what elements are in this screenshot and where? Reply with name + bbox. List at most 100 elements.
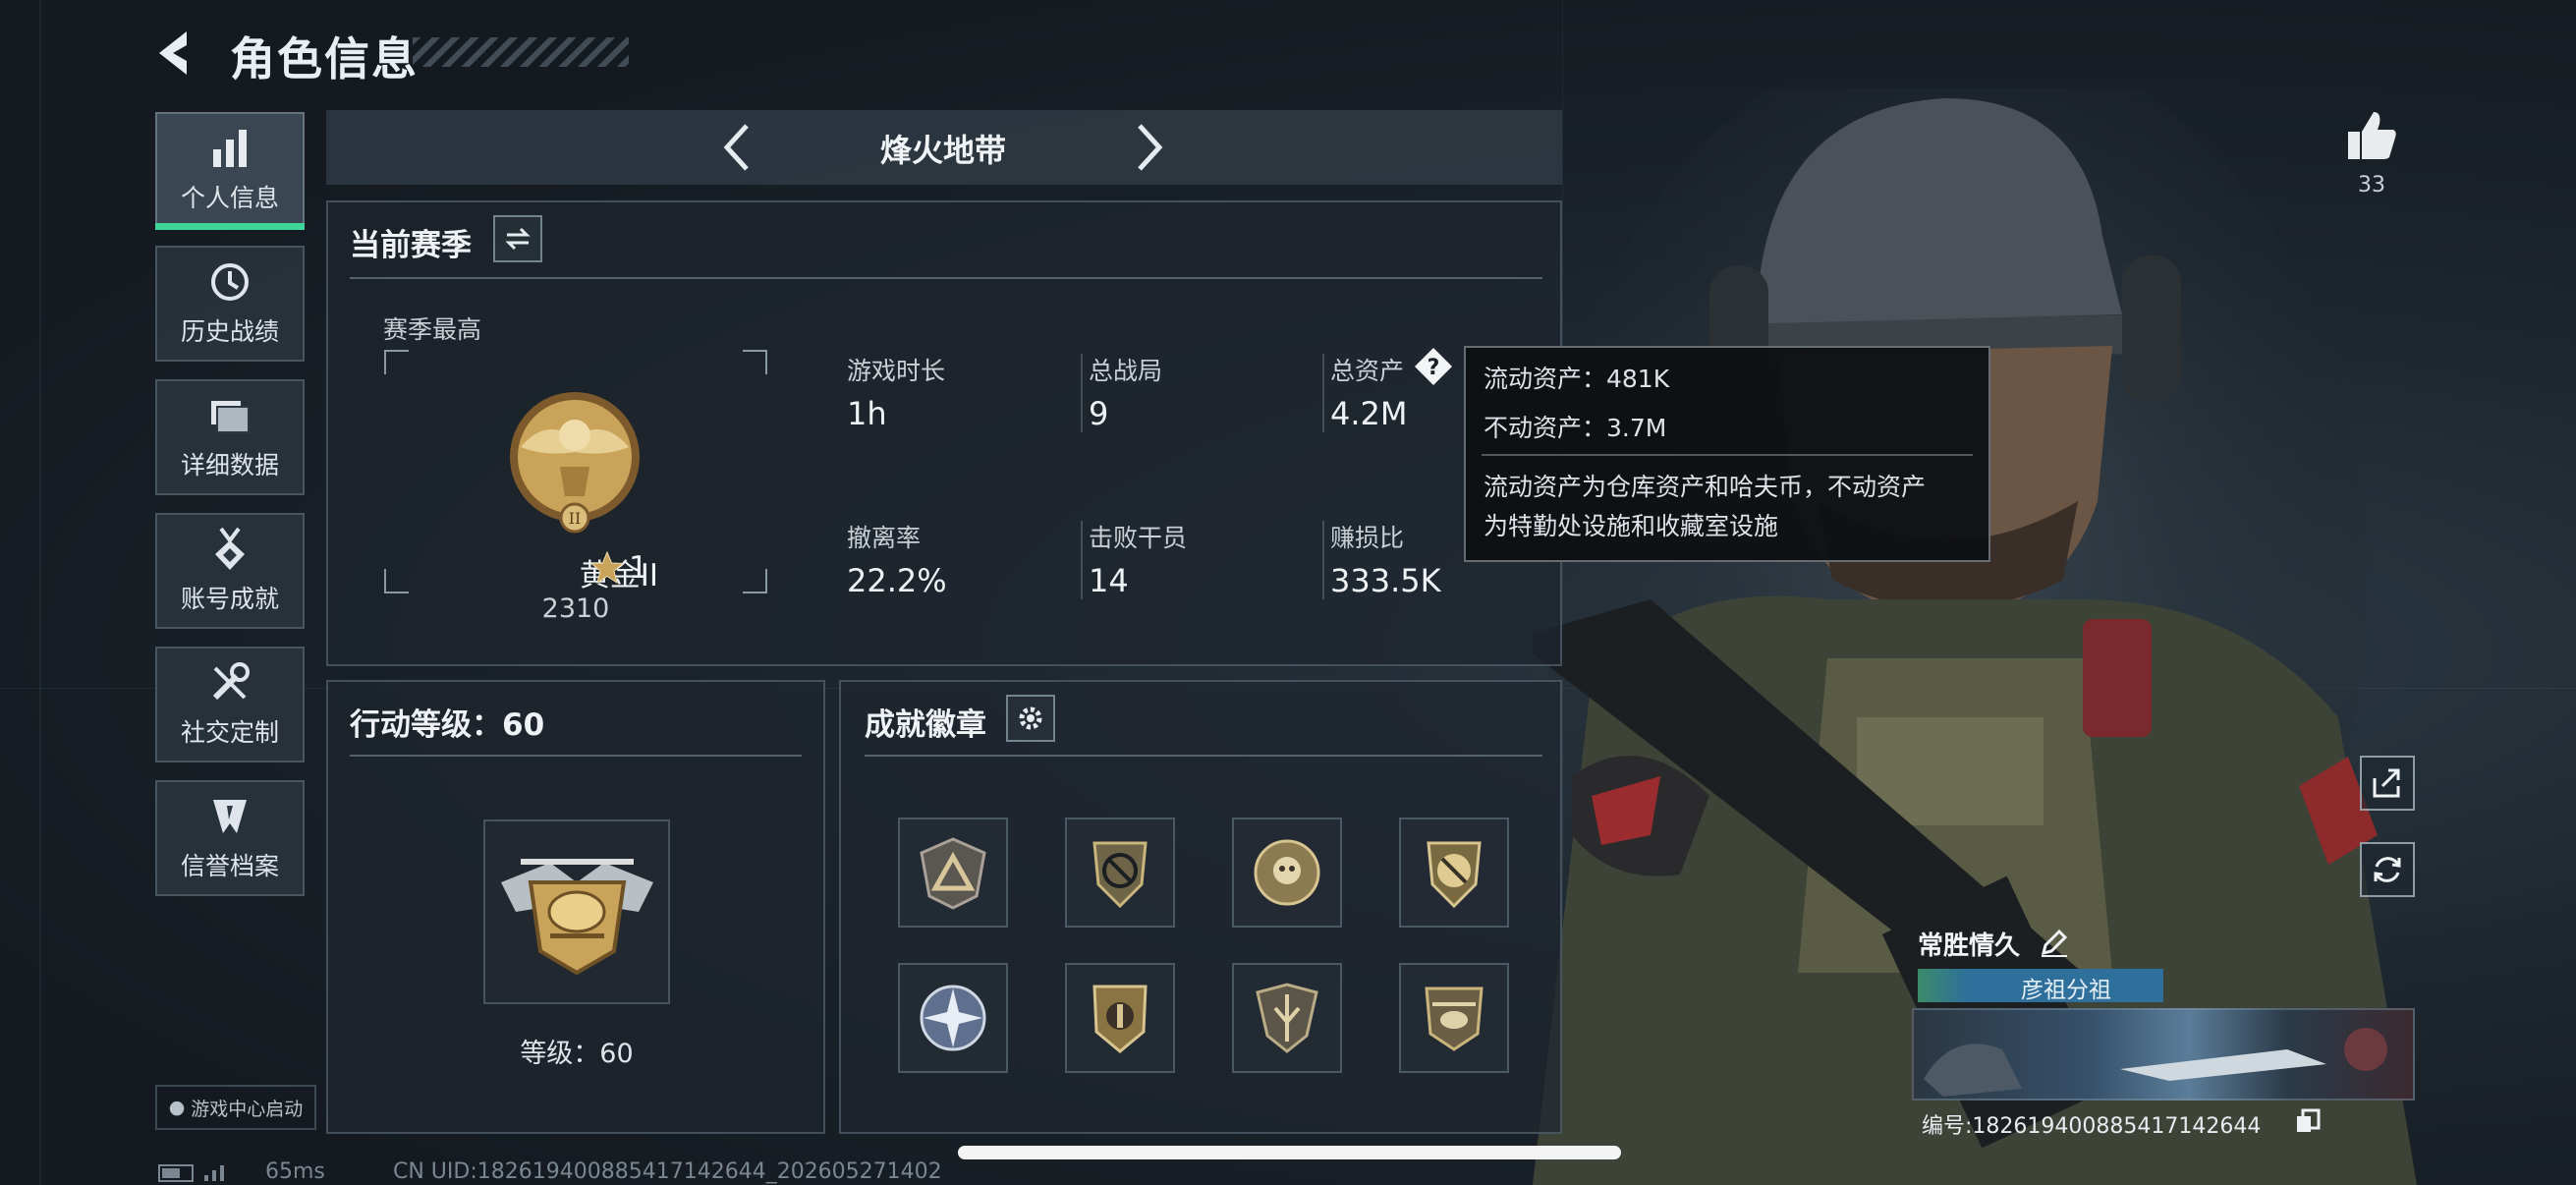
- nav-item-personal-info[interactable]: 个人信息: [155, 112, 305, 228]
- nav-label: 账号成就: [180, 585, 279, 613]
- divider: [1322, 521, 1324, 599]
- achievement-badge[interactable]: [898, 963, 1008, 1073]
- winged-shield-badge-icon: [1256, 983, 1318, 1053]
- svg-text:II: II: [569, 509, 582, 528]
- stat-label-playtime: 游戏时长: [847, 357, 946, 385]
- nav-item-achievements[interactable]: 账号成就: [155, 513, 305, 629]
- refresh-icon: [2374, 857, 2401, 882]
- stat-value-total-matches: 9: [1089, 395, 1109, 432]
- assets-tooltip: 流动资产：481K 不动资产：3.7M 流动资产为仓库资产和哈夫币，不动资产 为…: [1464, 346, 1990, 562]
- crest-shield-badge-icon: [1092, 985, 1148, 1053]
- divider: [865, 755, 1542, 757]
- season-switch-button[interactable]: [493, 215, 542, 262]
- player-name: 常胜情久: [1918, 931, 2021, 961]
- next-mode-arrow-icon[interactable]: [1130, 118, 1169, 177]
- rank-stars: 1: [629, 550, 648, 586]
- nav-item-detail-data[interactable]: 详细数据: [155, 379, 305, 495]
- help-question-icon[interactable]: ?: [1413, 346, 1454, 387]
- game-center-label: 游戏中心启动: [191, 1098, 304, 1120]
- helicopter-level-emblem-icon: [501, 859, 653, 976]
- stat-value-total-assets: 4.2M: [1330, 395, 1408, 432]
- rank-score: 2310: [541, 593, 610, 624]
- home-indicator[interactable]: [958, 1146, 1621, 1159]
- uid-text: CN UID:182619400885417142644_20260527140…: [393, 1159, 942, 1184]
- player-id: 编号:1826194008854171426​44: [1922, 1114, 2262, 1139]
- divider: [1482, 454, 1973, 456]
- achievement-badge[interactable]: [1232, 818, 1342, 928]
- star-icon: [589, 550, 625, 585]
- reputation-badge-icon: [213, 800, 247, 833]
- no-gun-shield-badge-icon: [1092, 841, 1148, 909]
- tooltip-desc-line2: 为特勤处设施和收藏室设施: [1484, 512, 1779, 540]
- no-gun-emblem-badge-icon: [1427, 841, 1482, 909]
- achievement-badge[interactable]: [1065, 963, 1175, 1073]
- divider: [350, 755, 802, 757]
- medal-icon: [215, 527, 245, 570]
- player-banner: [1912, 1008, 2415, 1100]
- nav-label: 信誉档案: [180, 852, 279, 880]
- stat-label-total-matches: 总战局: [1089, 357, 1163, 385]
- player-tag-portrait: [1918, 969, 1969, 1002]
- achievement-badge[interactable]: [1399, 963, 1509, 1073]
- divider: [350, 277, 1542, 279]
- tooltip-desc-line1: 流动资产为仓库资产和哈夫币，不动资产: [1484, 473, 1927, 501]
- game-center-button[interactable]: ● 游戏中心启动: [155, 1085, 316, 1130]
- season-title: 当前赛季: [350, 228, 472, 263]
- stat-value-profit-ratio: 333.5K: [1330, 562, 1441, 599]
- folder-stack-icon: [211, 401, 250, 433]
- tooltip-fixed-assets: 不动资产：3.7M: [1484, 414, 1667, 442]
- wrench-tools-icon: [212, 662, 250, 701]
- copy-icon[interactable]: [2295, 1108, 2321, 1134]
- nav-active-indicator: [155, 223, 305, 230]
- bar-chart-icon: [213, 130, 247, 167]
- triangle-badge-icon: [920, 837, 986, 910]
- stat-label-extraction-rate: 撤离率: [847, 524, 922, 552]
- swap-arrows-icon: [505, 227, 531, 251]
- achievement-badge[interactable]: [1232, 963, 1342, 1073]
- divider: [1081, 521, 1083, 599]
- battery-signal-icon: [158, 1164, 224, 1182]
- achievement-settings-button[interactable]: [1006, 695, 1055, 742]
- star-compass-badge-icon: [920, 985, 986, 1051]
- qq-penguin-icon: ●: [168, 1097, 186, 1118]
- stat-value-operators-defeated: 14: [1089, 562, 1129, 599]
- achievement-badge[interactable]: [1065, 818, 1175, 928]
- nav-label: 个人信息: [180, 184, 279, 212]
- nav-label: 社交定制: [180, 718, 279, 747]
- helicopter-badge-icon: [1425, 987, 1484, 1051]
- nav-label: 详细数据: [180, 451, 279, 480]
- bg-grid-line: [39, 0, 41, 1185]
- nav-item-history[interactable]: 历史战绩: [155, 246, 305, 362]
- ping-text: 65ms: [265, 1159, 325, 1184]
- refresh-button[interactable]: [2360, 842, 2415, 897]
- nav-item-social[interactable]: 社交定制: [155, 647, 305, 762]
- thumbs-up-icon[interactable]: [2342, 106, 2401, 165]
- page-title: 角色信息: [230, 32, 419, 85]
- nav-item-reputation[interactable]: 信誉档案: [155, 780, 305, 896]
- back-icon[interactable]: [147, 24, 206, 83]
- edit-pencil-icon[interactable]: [2038, 926, 2071, 959]
- stat-value-playtime: 1h: [847, 395, 887, 432]
- nav-label: 历史战绩: [180, 317, 279, 346]
- prev-mode-arrow-icon[interactable]: [717, 118, 756, 177]
- gear-icon: [1019, 706, 1042, 730]
- achievement-title: 成就徽章: [865, 707, 986, 743]
- share-button[interactable]: [2360, 756, 2415, 811]
- achievement-badge[interactable]: [1399, 818, 1509, 928]
- gold-rank-medal-icon: II: [510, 392, 640, 534]
- stat-label-operators-defeated: 击败干员: [1089, 524, 1188, 552]
- divider: [1322, 354, 1324, 432]
- svg-text:?: ?: [1428, 356, 1440, 380]
- likes-count: 33: [2358, 173, 2385, 198]
- player-tag: 彦祖分祖: [2021, 978, 2111, 1003]
- stat-label-total-assets: 总资产: [1330, 357, 1405, 385]
- stat-label-profit-ratio: 赚损比: [1330, 524, 1405, 552]
- achievement-badge[interactable]: [898, 818, 1008, 928]
- divider: [1081, 354, 1083, 432]
- share-icon: [2373, 768, 2400, 798]
- season-best-label: 赛季最高: [383, 315, 482, 344]
- banner-art: [1924, 1028, 2387, 1097]
- clock-history-icon: [211, 263, 249, 301]
- mode-title: 烽火地带: [879, 132, 1006, 169]
- skull-wreath-badge-icon: [1254, 839, 1320, 906]
